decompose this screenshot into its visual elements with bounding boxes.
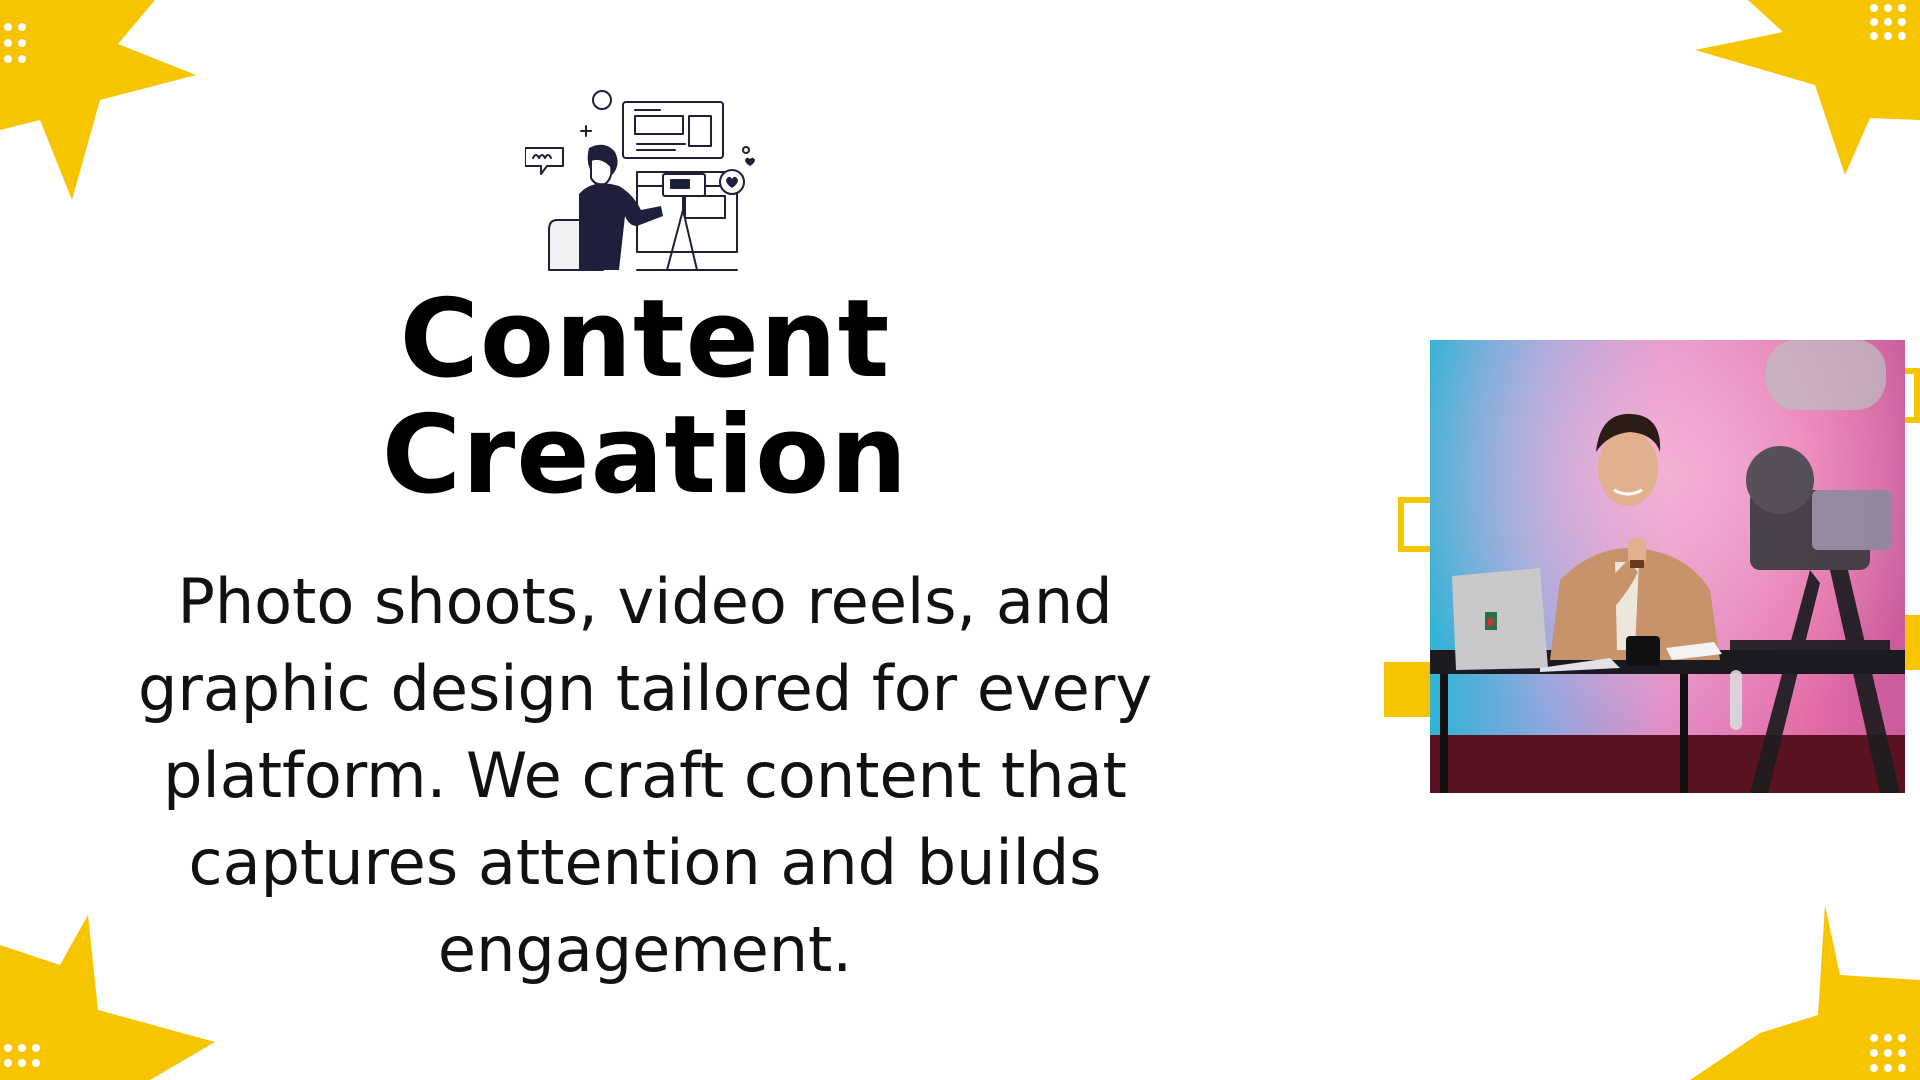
slide-description: Photo shoots, video reels, and graphic d… xyxy=(137,565,1153,986)
dot-pattern-top-left-icon xyxy=(4,23,26,63)
dot-pattern-bottom-right-icon xyxy=(1870,1034,1906,1072)
slide: Content Creation Photo shoots, video ree… xyxy=(0,0,1920,1080)
slide-title-line2: Creation xyxy=(381,393,909,518)
dot-pattern-top-right-icon xyxy=(1870,4,1906,40)
dot-pattern-bottom-left-icon xyxy=(4,1044,40,1067)
slide-title-line1: Content xyxy=(399,277,891,402)
slide-title: Content Creation xyxy=(250,282,1040,514)
content-creator-illustration xyxy=(525,90,755,271)
star-burst-top-left-icon xyxy=(0,0,196,200)
creator-at-desk-photo xyxy=(1430,340,1905,793)
